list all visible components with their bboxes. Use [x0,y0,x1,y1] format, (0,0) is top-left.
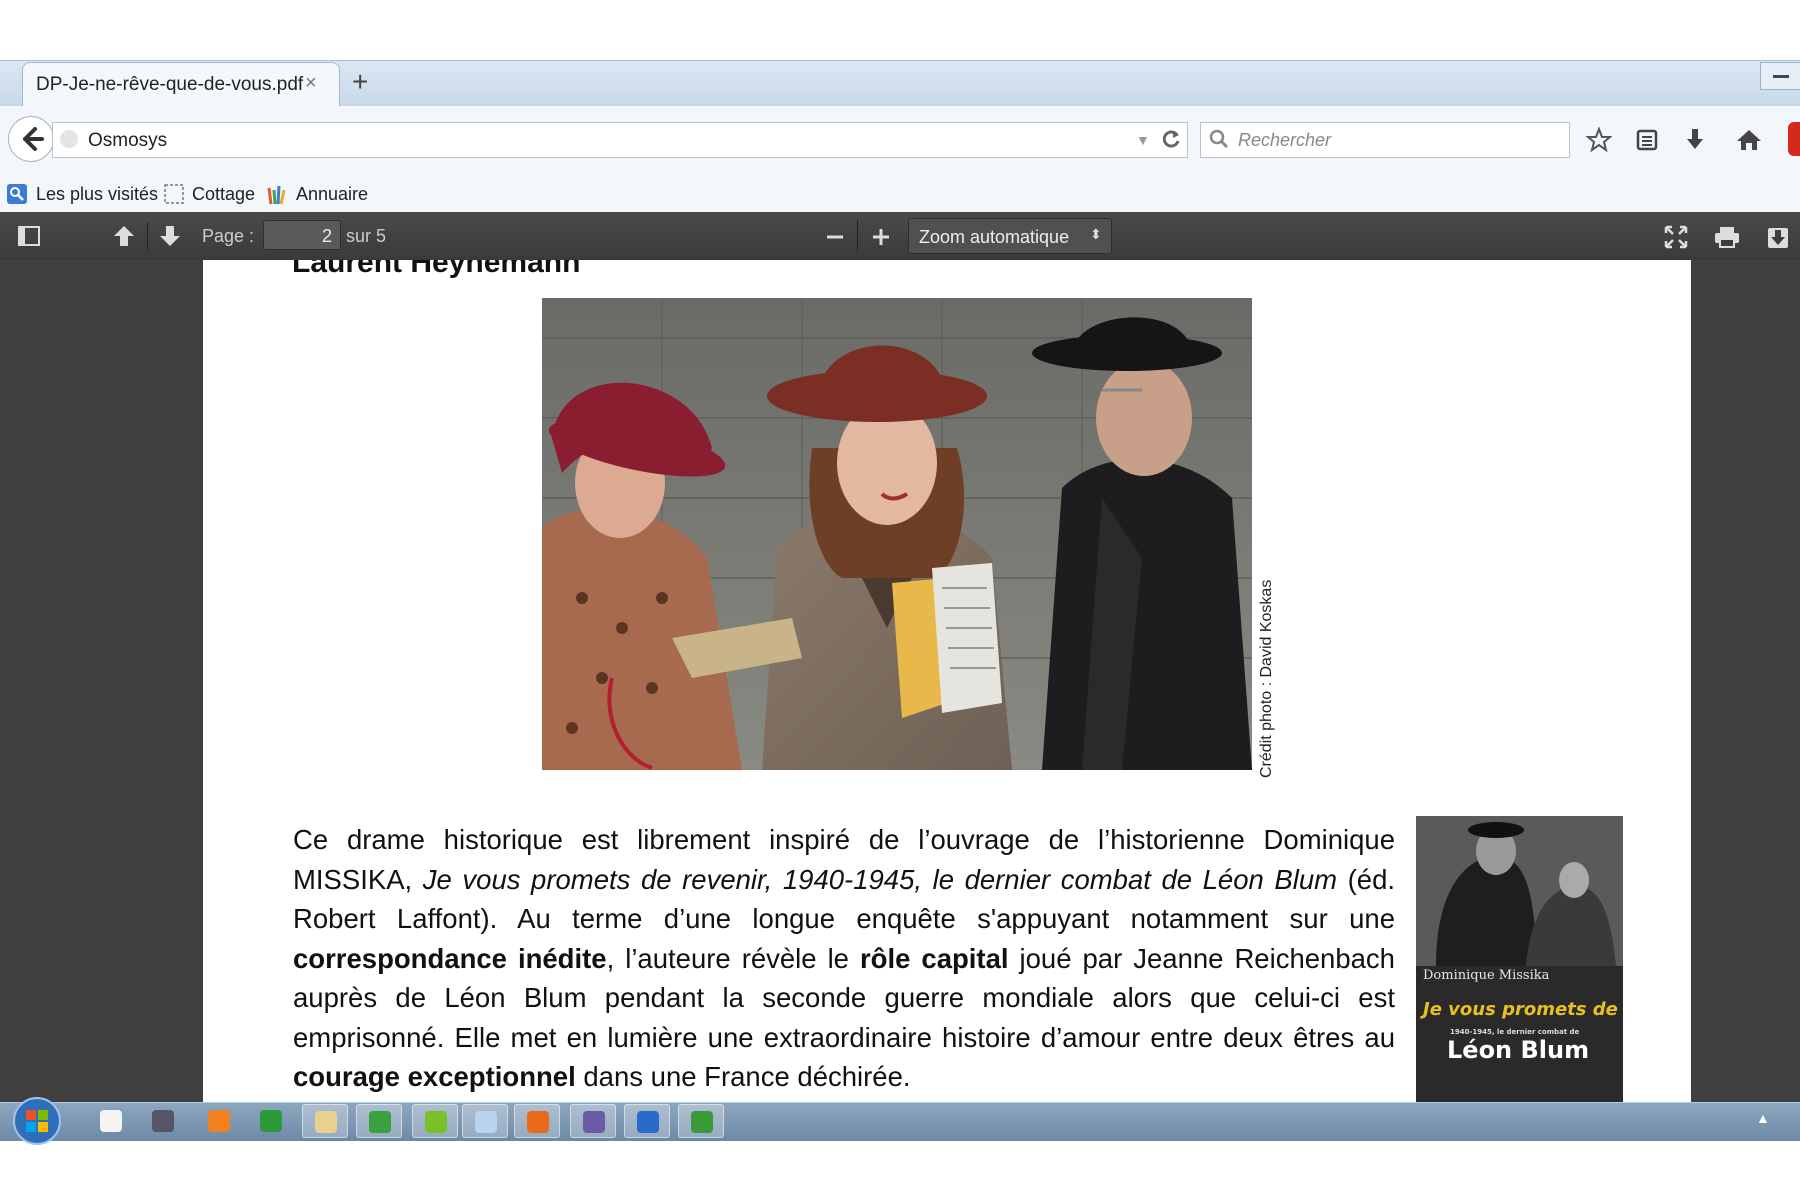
search-icon [1208,128,1230,150]
url-text[interactable]: Osmosys [88,130,167,152]
body-paragraph: Ce drame historique est librement inspir… [293,820,1395,1097]
image-app-icon[interactable] [412,1104,458,1138]
url-bar[interactable] [52,122,1188,158]
most-visited-icon [6,183,28,205]
home-icon[interactable] [1735,127,1763,153]
paragraph-segment: rôle capital [859,942,1009,974]
file-explorer-icon[interactable] [302,1104,348,1138]
book-author: Dominique Missika [1423,968,1550,983]
start-button-icon[interactable] [12,1096,62,1146]
paint-icon[interactable] [356,1104,402,1138]
zoom-select[interactable]: Zoom automatique [908,218,1112,254]
book-cover: Dominique Missika Je vous promets de rev… [1416,816,1623,1106]
notes-icon[interactable] [462,1104,508,1138]
book-title: Je vous promets de revenir [1420,999,1623,1020]
tab-close-icon[interactable]: × [305,72,317,95]
book-name: Léon Blum [1447,1036,1589,1064]
document-icon[interactable] [88,1104,134,1138]
tab-title: DP-Je-ne-rêve-que-de-vous.pdf [36,74,304,95]
directory-icon [266,182,290,206]
paragraph-segment: correspondance inédite [293,942,607,974]
page-number-input[interactable]: 2 [263,220,341,250]
firefox-icon[interactable] [514,1104,560,1138]
minimize-window-button[interactable] [1760,62,1800,90]
film-still-photo [542,298,1252,770]
tray-expand-icon[interactable]: ▲ [1756,1110,1770,1126]
author-heading: Laurent Heynemann [292,260,581,279]
folder-dashed-icon [163,183,185,205]
bookmark-cottage[interactable]: Cottage [192,184,255,205]
bookmark-most-visited[interactable]: Les plus visités [36,184,158,205]
reload-icon[interactable] [1160,128,1182,150]
triangle-app-icon[interactable] [248,1104,294,1138]
download-pdf-icon[interactable] [1766,224,1790,250]
zoom-select-arrow-icon: ⬍ [1090,226,1102,242]
toolbar-separator [147,222,148,250]
url-history-dropdown-icon[interactable]: ▼ [1136,132,1150,148]
new-tab-button[interactable]: + [352,68,368,96]
bookmark-annuaire[interactable]: Annuaire [296,184,368,205]
addon-icon[interactable] [1788,122,1800,156]
search-placeholder: Rechercher [1238,130,1332,150]
paragraph-segment: Je vous promets de revenir, 1940-1945, l… [422,863,1338,895]
mail-app-icon[interactable] [570,1104,616,1138]
site-identity-icon[interactable] [60,130,78,148]
reading-list-icon[interactable] [1634,127,1660,153]
zoom-in-icon[interactable] [870,226,892,248]
book-subtitle: 1940-1945, le dernier combat de [1450,1028,1580,1036]
bookmark-star-icon[interactable] [1586,127,1612,153]
paragraph-segment: , l’auteure révèle le [606,942,860,974]
paragraph-segment: courage exceptionnel [293,1061,576,1092]
back-button[interactable] [8,116,54,162]
toolbar-separator [857,220,858,252]
print-icon[interactable] [1714,225,1740,249]
back-arrow-icon [23,127,44,151]
sidebar-toggle-icon[interactable] [18,226,40,246]
previous-page-icon[interactable] [112,224,136,248]
presentation-mode-icon[interactable] [1664,225,1688,249]
media-app-icon[interactable] [140,1104,186,1138]
writer-icon[interactable] [624,1104,670,1138]
download-icon[interactable] [1682,127,1708,153]
next-page-icon[interactable] [158,224,182,248]
paragraph-segment: dans une France déchirée. [575,1061,911,1092]
page-label: Page : [202,226,255,246]
photo-credit: Crédit photo : David Koskas [1258,579,1275,778]
page-total: sur 5 [346,226,387,246]
calc-icon[interactable] [678,1104,724,1138]
zoom-out-icon[interactable] [824,226,846,248]
vlc-icon[interactable] [196,1104,242,1138]
